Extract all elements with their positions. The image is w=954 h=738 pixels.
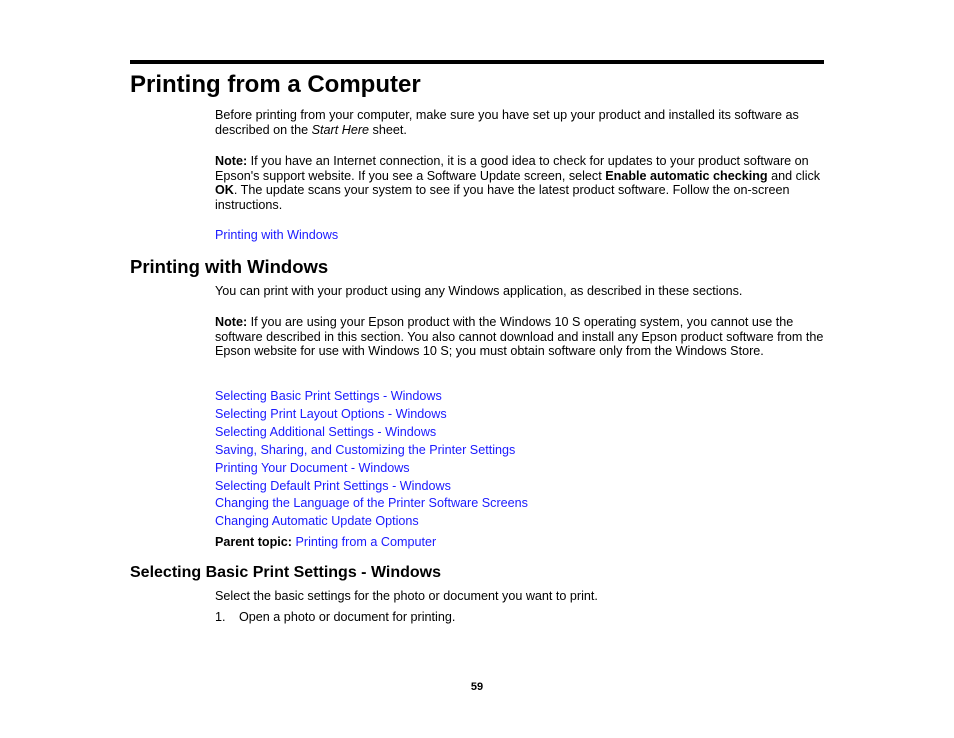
parent-topic: Parent topic: Printing from a Computer	[215, 534, 528, 552]
topic-link[interactable]: Selecting Default Print Settings - Windo…	[215, 479, 451, 493]
step-number: 1.	[215, 610, 226, 624]
step-text: Open a photo or document for printing.	[239, 610, 456, 624]
page-title: Printing from a Computer	[130, 71, 421, 98]
topic-link[interactable]: Changing the Language of the Printer Sof…	[215, 496, 528, 510]
start-here-reference: Start Here	[311, 122, 370, 137]
topic-link[interactable]: Saving, Sharing, and Customizing the Pri…	[215, 443, 515, 457]
section-heading-printing-with-windows: Printing with Windows	[130, 256, 329, 277]
note-label: Note:	[215, 154, 248, 168]
step-item: 1. Open a photo or document for printing.	[215, 610, 825, 625]
topic-link[interactable]: Selecting Print Layout Options - Windows	[215, 407, 447, 421]
topic-link[interactable]: Printing Your Document - Windows	[215, 461, 410, 475]
note-text: If you are using your Epson product with…	[215, 315, 824, 358]
windows-10s-note: Note: If you are using your Epson produc…	[215, 315, 825, 359]
parent-topic-label: Parent topic:	[215, 535, 292, 550]
intro-text-end: sheet.	[369, 122, 407, 137]
topic-link[interactable]: Selecting Basic Print Settings - Windows	[215, 389, 442, 403]
intro-text: Before printing from your computer, make…	[215, 108, 799, 137]
note-label: Note:	[215, 315, 248, 329]
section-heading-basic-print-settings: Selecting Basic Print Settings - Windows	[130, 564, 442, 581]
header-rule	[130, 60, 824, 64]
parent-topic-link[interactable]: Printing from a Computer	[295, 535, 436, 549]
topic-link[interactable]: Changing Automatic Update Options	[215, 514, 419, 528]
topic-links-list: Selecting Basic Print Settings - Windows…	[215, 388, 528, 552]
topic-link[interactable]: Selecting Additional Settings - Windows	[215, 425, 436, 439]
note-paragraph: Note: If you have an Internet connection…	[215, 154, 825, 212]
ok-term: OK	[215, 183, 234, 197]
section3-intro: Select the basic settings for the photo …	[215, 589, 598, 603]
intro-paragraph: Before printing from your computer, make…	[215, 108, 825, 137]
section-intro: You can print with your product using an…	[215, 284, 743, 298]
enable-automatic-checking-term: Enable automatic checking	[605, 168, 768, 183]
note-text: and click	[767, 168, 821, 183]
link-printing-with-windows[interactable]: Printing with Windows	[215, 228, 338, 242]
note-text: . The update scans your system to see if…	[215, 183, 790, 212]
page-number: 59	[470, 681, 484, 693]
